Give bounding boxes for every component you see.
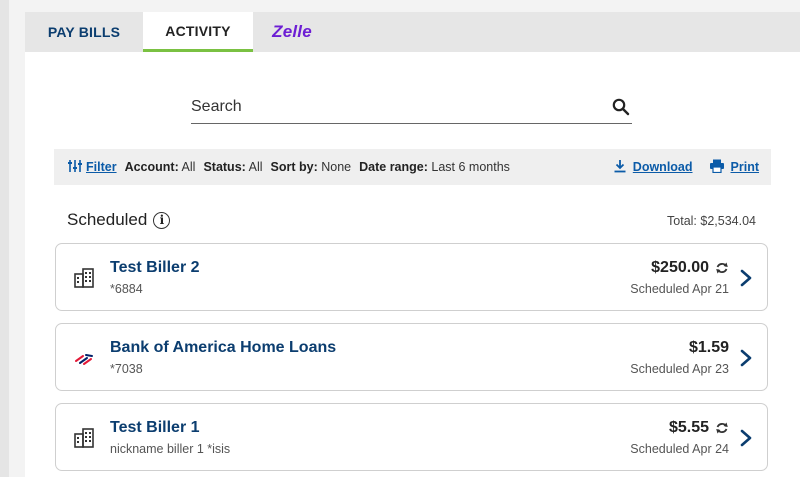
biller-card[interactable]: Test Biller 1 nickname biller 1 *isis $5…: [55, 403, 768, 471]
print-icon: [709, 159, 725, 176]
payment-amount: $1.59: [688, 339, 729, 356]
bill-pay-panel: PAY BILLS ACTIVITY Zelle Filter Account:…: [25, 12, 800, 477]
print-button[interactable]: Print: [709, 159, 759, 176]
scheduled-total: Total: $2,534.04: [667, 214, 756, 228]
sort-filter: Sort by: None: [270, 160, 352, 174]
biller-card[interactable]: Test Biller 2 *6884 $250.00 Scheduled Ap…: [55, 243, 768, 311]
tab-activity[interactable]: ACTIVITY: [143, 12, 253, 52]
tab-zelle[interactable]: Zelle: [253, 12, 331, 52]
building-icon: [72, 426, 96, 450]
scheduled-date: Scheduled Apr 23: [630, 362, 729, 376]
scheduled-date: Scheduled Apr 21: [630, 282, 729, 296]
date-range-filter: Date range: Last 6 months: [359, 160, 510, 174]
search-icon[interactable]: [610, 96, 632, 118]
biller-account: nickname biller 1 *isis: [110, 442, 231, 456]
recurring-icon: [715, 261, 729, 275]
status-filter: Status: All: [203, 160, 263, 174]
filter-bar: Filter Account: All Status: All Sort by:…: [54, 149, 771, 185]
biller-account: *6884: [110, 282, 143, 296]
download-button[interactable]: Download: [613, 159, 693, 176]
bank-of-america-logo: [72, 346, 96, 370]
biller-account: *7038: [110, 362, 143, 376]
biller-name: Test Biller 1: [110, 419, 200, 436]
scheduled-heading: Scheduled i: [67, 210, 171, 230]
building-icon: [72, 266, 96, 290]
chevron-right-icon: [739, 348, 753, 368]
payment-amount: $5.55: [669, 419, 729, 437]
scheduled-date: Scheduled Apr 24: [630, 442, 729, 456]
info-icon[interactable]: i: [153, 211, 171, 229]
chevron-right-icon: [739, 428, 753, 448]
search-input[interactable]: [191, 96, 610, 117]
payment-amount: $250.00: [651, 259, 729, 277]
filter-sliders-icon[interactable]: [68, 159, 82, 176]
account-filter: Account: All: [124, 160, 196, 174]
biller-card[interactable]: Bank of America Home Loans *7038 $1.59 S…: [55, 323, 768, 391]
biller-name: Test Biller 2: [110, 259, 200, 276]
recurring-icon: [715, 421, 729, 435]
search-box: [191, 90, 632, 124]
download-icon: [613, 159, 627, 176]
chevron-right-icon: [739, 268, 753, 288]
biller-name: Bank of America Home Loans: [110, 339, 337, 356]
filter-link[interactable]: Filter: [86, 160, 117, 174]
tab-pay-bills[interactable]: PAY BILLS: [25, 12, 143, 52]
tab-bar: PAY BILLS ACTIVITY Zelle: [25, 12, 800, 52]
left-rail: [0, 0, 9, 477]
